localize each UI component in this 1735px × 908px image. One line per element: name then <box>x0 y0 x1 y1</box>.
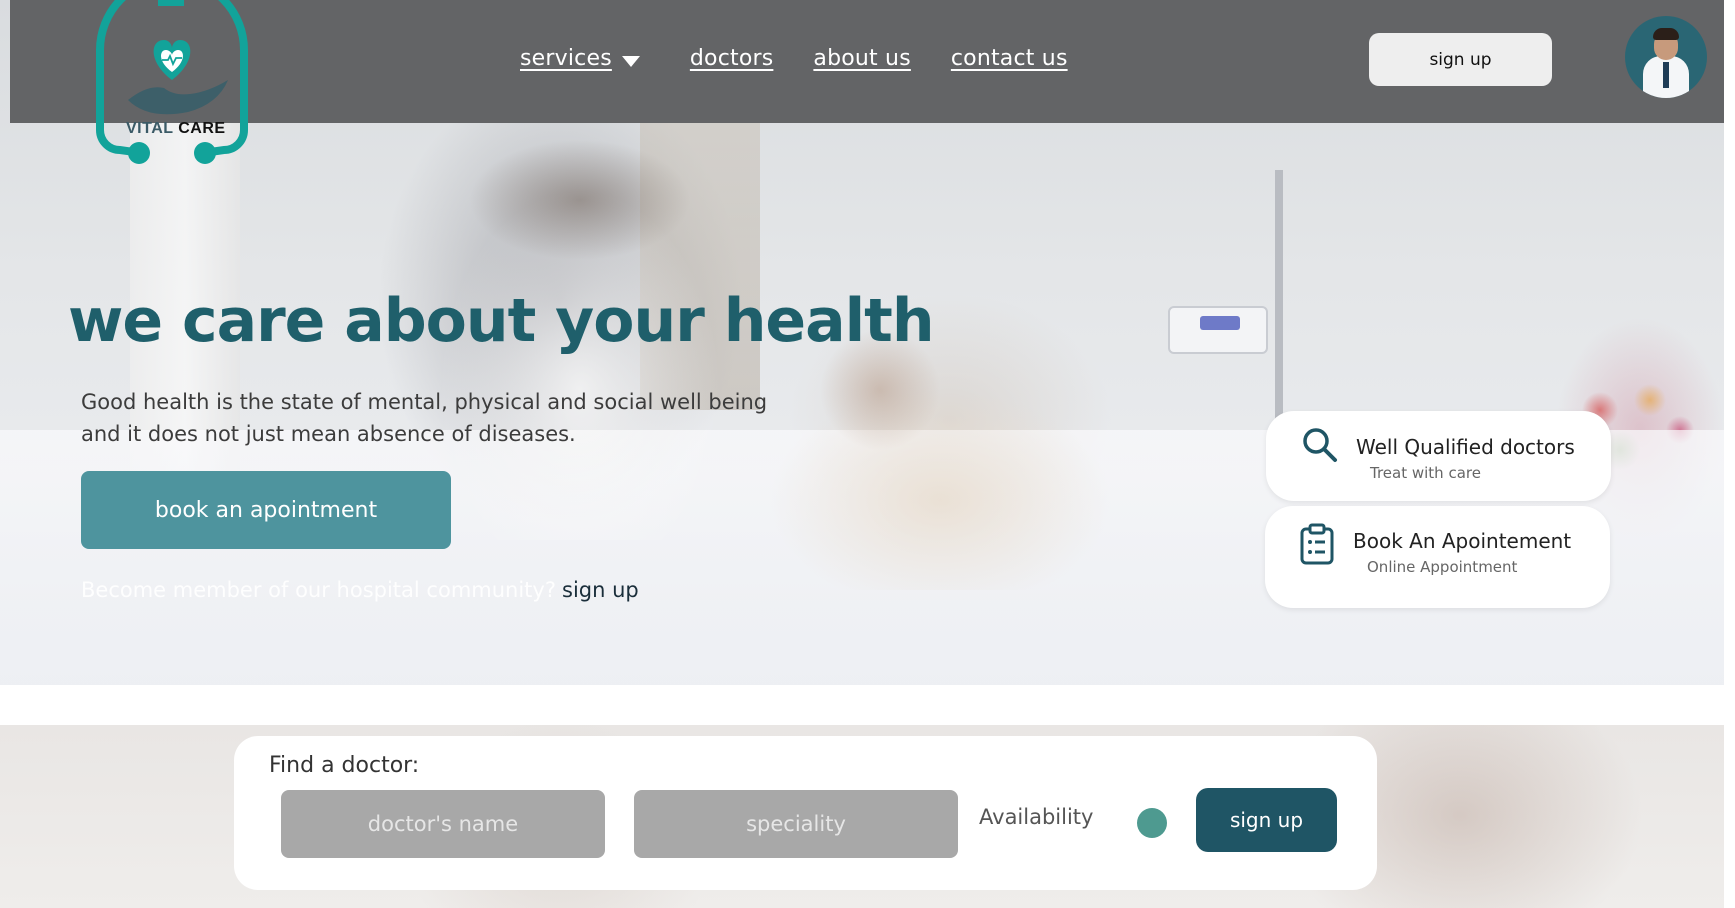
feature-card-book-appointment[interactable]: Book An Apointement Online Appointment <box>1265 506 1610 608</box>
nav-services[interactable]: services <box>520 46 640 71</box>
member-signup-link[interactable]: sign up <box>562 578 639 602</box>
nav-links: services doctors about us contact us <box>520 46 1068 71</box>
doctor-name-input[interactable] <box>281 790 605 858</box>
nav-about-us[interactable]: about us <box>813 46 910 71</box>
member-text: Become member of our hospital community? <box>81 578 556 602</box>
logo-vital: VITAL <box>126 120 174 137</box>
book-appointment-button[interactable]: book an apointment <box>81 471 451 549</box>
nav-services-label: services <box>520 46 612 71</box>
member-prompt: Become member of our hospital community?… <box>81 578 639 602</box>
nav-contact-us[interactable]: contact us <box>951 46 1068 71</box>
feature-title: Well Qualified doctors <box>1356 435 1575 459</box>
chevron-down-icon <box>621 56 640 67</box>
iv-pole <box>1275 170 1283 420</box>
feature-subtitle: Treat with care <box>1370 464 1481 482</box>
speciality-input[interactable] <box>634 790 958 858</box>
avatar-tie <box>1663 62 1669 88</box>
search-icon <box>1303 428 1337 462</box>
feature-subtitle: Online Appointment <box>1367 558 1518 576</box>
iv-pump <box>1168 306 1268 354</box>
find-doctor-card: Find a doctor: Availability sign up <box>234 736 1377 890</box>
hero-description-line2: and it does not just mean absence of dis… <box>81 422 576 446</box>
patient-photo <box>760 330 1120 590</box>
clipboard-icon <box>1300 523 1334 565</box>
feature-card-qualified-doctors[interactable]: Well Qualified doctors Treat with care <box>1266 411 1611 501</box>
nav-doctors[interactable]: doctors <box>690 46 774 71</box>
avatar-hair <box>1653 28 1679 40</box>
hero-title: we care about your health <box>68 286 935 356</box>
hero-description: Good health is the state of mental, phys… <box>81 386 801 450</box>
doctor-avatar-icon[interactable] <box>1625 16 1707 98</box>
availability-label: Availability <box>979 805 1094 829</box>
stethoscope-logo-icon <box>96 0 248 164</box>
feature-title: Book An Apointement <box>1353 529 1572 553</box>
logo-care: CARE <box>178 120 226 137</box>
signup-button[interactable]: sign up <box>1369 33 1552 86</box>
find-doctor-signup-button[interactable]: sign up <box>1196 788 1337 852</box>
vital-care-logo[interactable]: VITAL CARE <box>78 0 268 185</box>
logo-wordmark: VITAL CARE <box>126 120 226 138</box>
find-doctor-label: Find a doctor: <box>269 753 420 778</box>
hero-description-line1: Good health is the state of mental, phys… <box>81 390 768 414</box>
availability-toggle[interactable] <box>1137 808 1167 838</box>
